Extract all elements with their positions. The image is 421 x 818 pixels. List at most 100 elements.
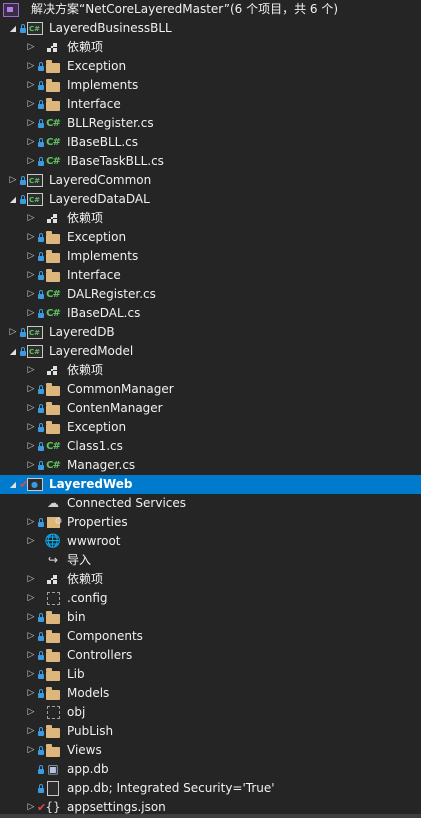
collapse-arrow-icon[interactable] — [26, 532, 36, 551]
csharp-file-icon: C# — [46, 441, 61, 452]
tree-item[interactable]: CommonManager — [0, 380, 421, 399]
tree-item-label: 依赖项 — [67, 363, 104, 377]
tree-item[interactable]: 依赖项 — [0, 361, 421, 380]
folder-icon — [45, 97, 61, 112]
tree-item[interactable]: C# BLLRegister.cs — [0, 114, 421, 133]
tree-item[interactable]: 🌐 wwwroot — [0, 532, 421, 551]
expand-arrow-icon[interactable] — [8, 190, 18, 209]
expand-arrow-icon[interactable] — [8, 19, 18, 38]
tree-item[interactable]: C# IBaseDAL.cs — [0, 304, 421, 323]
tree-item[interactable]: LayeredBusinessBLL — [0, 19, 421, 38]
collapse-arrow-icon[interactable] — [26, 627, 36, 646]
tree-item[interactable]: bin — [0, 608, 421, 627]
lock-icon — [38, 233, 44, 243]
tree-item[interactable]: LayeredDataDAL — [0, 190, 421, 209]
tree-item[interactable]: LayeredDB — [0, 323, 421, 342]
collapse-arrow-icon[interactable] — [26, 456, 36, 475]
lock-icon — [38, 651, 44, 661]
tree-item[interactable]: C# IBaseBLL.cs — [0, 133, 421, 152]
collapse-arrow-icon[interactable] — [26, 304, 36, 323]
collapse-arrow-icon[interactable] — [26, 589, 36, 608]
collapse-arrow-icon[interactable] — [26, 399, 36, 418]
lock-icon — [38, 271, 44, 281]
solution-root[interactable]: 解决方案“NetCoreLayeredMaster”(6 个项目，共 6 个) — [0, 0, 421, 19]
collapse-arrow-icon[interactable] — [26, 38, 36, 57]
tree-item[interactable]: C# Class1.cs — [0, 437, 421, 456]
collapse-arrow-icon[interactable] — [26, 361, 36, 380]
tree-item[interactable]: LayeredCommon — [0, 171, 421, 190]
lock-icon — [38, 404, 44, 414]
collapse-arrow-icon[interactable] — [26, 665, 36, 684]
tree-item[interactable]: Exception — [0, 228, 421, 247]
collapse-arrow-icon[interactable] — [8, 323, 18, 342]
tree-item[interactable]: C# DALRegister.cs — [0, 285, 421, 304]
folder-icon — [45, 629, 61, 644]
collapse-arrow-icon[interactable] — [26, 646, 36, 665]
tree-item[interactable]: ContenManager — [0, 399, 421, 418]
collapse-arrow-icon[interactable] — [26, 684, 36, 703]
tree-item[interactable]: Controllers — [0, 646, 421, 665]
tree-item[interactable]: Lib — [0, 665, 421, 684]
tree-item[interactable]: ↪ 导入 — [0, 551, 421, 570]
collapse-arrow-icon[interactable] — [26, 209, 36, 228]
tree-item[interactable]: C# Manager.cs — [0, 456, 421, 475]
tree-item[interactable]: 依赖项 — [0, 570, 421, 589]
collapse-arrow-icon[interactable] — [26, 285, 36, 304]
tree-item[interactable]: .config — [0, 589, 421, 608]
tree-item[interactable]: Views — [0, 741, 421, 760]
tree-item[interactable]: Interface — [0, 266, 421, 285]
tree-item[interactable]: Interface — [0, 95, 421, 114]
collapse-arrow-icon[interactable] — [26, 266, 36, 285]
collapse-arrow-icon[interactable] — [26, 437, 36, 456]
tree-item[interactable]: Implements — [0, 76, 421, 95]
folder-icon — [45, 401, 61, 416]
tree-item[interactable]: ▣ app.db — [0, 760, 421, 779]
collapse-arrow-icon[interactable] — [26, 95, 36, 114]
tree-item[interactable]: C# IBaseTaskBLL.cs — [0, 152, 421, 171]
collapse-arrow-icon[interactable] — [26, 152, 36, 171]
tree-item[interactable]: 依赖项 — [0, 209, 421, 228]
collapse-arrow-icon[interactable] — [26, 722, 36, 741]
tree-item[interactable]: PubLish — [0, 722, 421, 741]
collapse-arrow-icon[interactable] — [26, 703, 36, 722]
hidden-folder-icon — [45, 705, 61, 720]
collapse-arrow-icon[interactable] — [26, 133, 36, 152]
expand-arrow-icon[interactable] — [8, 475, 18, 494]
tree-item[interactable]: LayeredModel — [0, 342, 421, 361]
collapse-arrow-icon[interactable] — [26, 570, 36, 589]
collapse-arrow-icon[interactable] — [26, 380, 36, 399]
tree-item[interactable]: ✔LayeredWeb — [0, 475, 421, 494]
tree-item[interactable]: Models — [0, 684, 421, 703]
collapse-arrow-icon[interactable] — [26, 418, 36, 437]
csharp-file-icon: C# — [46, 156, 61, 167]
lock-icon — [20, 176, 26, 186]
collapse-arrow-icon[interactable] — [26, 608, 36, 627]
collapse-arrow-icon[interactable] — [26, 228, 36, 247]
solution-explorer-tree: 解决方案“NetCoreLayeredMaster”(6 个项目，共 6 个) … — [0, 0, 421, 817]
collapse-arrow-icon[interactable] — [26, 57, 36, 76]
collapse-arrow-icon[interactable] — [8, 171, 18, 190]
tree-item[interactable]: obj — [0, 703, 421, 722]
tree-item[interactable]: Exception — [0, 418, 421, 437]
tree-item[interactable]: Implements — [0, 247, 421, 266]
expand-arrow-icon[interactable] — [8, 342, 18, 361]
tree-item-label: LayeredBusinessBLL — [49, 21, 172, 35]
tree-item[interactable]: ☁ Connected Services — [0, 494, 421, 513]
tree-item[interactable]: app.db; Integrated Security='True' — [0, 779, 421, 798]
tree-item-label: Views — [67, 743, 102, 757]
globe-icon: 🌐 — [44, 534, 62, 549]
folder-icon — [45, 686, 61, 701]
tree-item-label: obj — [67, 705, 86, 719]
tree-item[interactable]: 依赖项 — [0, 38, 421, 57]
folder-icon — [45, 420, 61, 435]
csharp-project-icon — [27, 343, 43, 361]
tree-item[interactable]: Properties — [0, 513, 421, 532]
folder-icon — [45, 743, 61, 758]
tree-item[interactable]: Exception — [0, 57, 421, 76]
tree-item[interactable]: Components — [0, 627, 421, 646]
collapse-arrow-icon[interactable] — [26, 114, 36, 133]
collapse-arrow-icon[interactable] — [26, 76, 36, 95]
collapse-arrow-icon[interactable] — [26, 741, 36, 760]
collapse-arrow-icon[interactable] — [26, 247, 36, 266]
collapse-arrow-icon[interactable] — [26, 513, 36, 532]
